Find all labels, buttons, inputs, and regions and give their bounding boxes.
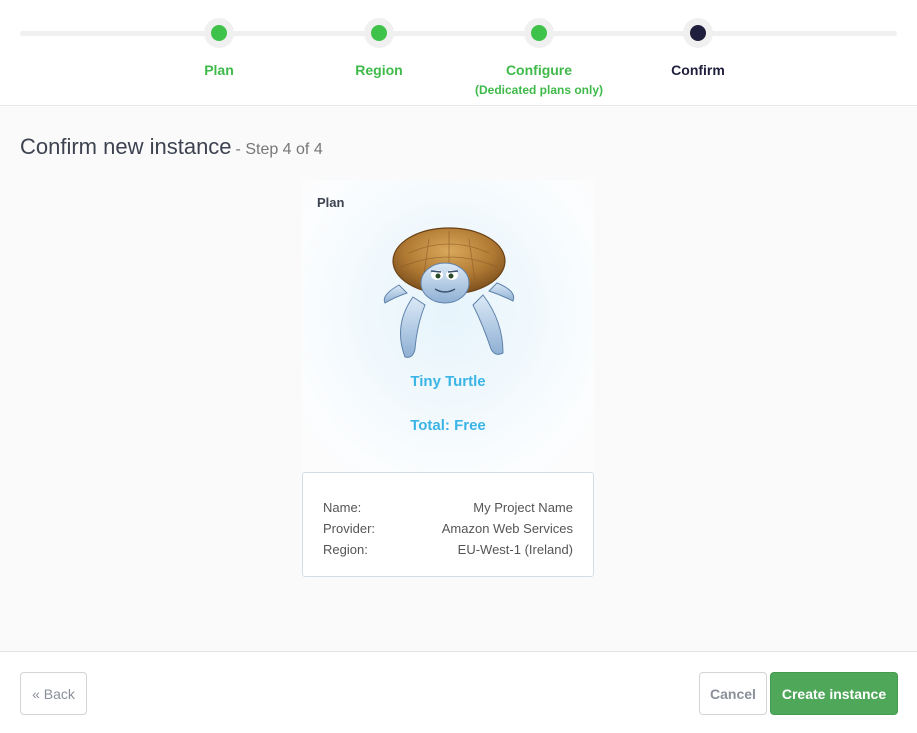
step-sublabel: (Dedicated plans only) xyxy=(474,83,604,97)
back-button[interactable]: « Back xyxy=(20,672,87,715)
step-current-dot xyxy=(690,25,706,41)
summary-row-region: Region: EU-West-1 (Ireland) xyxy=(323,539,573,560)
summary-value: Amazon Web Services xyxy=(441,521,573,536)
step-counter: - Step 4 of 4 xyxy=(235,141,323,158)
step-confirm: Confirm xyxy=(608,18,788,78)
summary-value: EU-West-1 (Ireland) xyxy=(457,542,573,557)
progress-stepper: Plan Region Configure (Dedicated plans o… xyxy=(0,0,917,106)
step-indicator xyxy=(683,18,713,48)
main-content: Confirm new instance- Step 4 of 4 Plan xyxy=(0,107,917,652)
plan-total: Total: Free xyxy=(410,417,486,434)
page-heading: Confirm new instance - Step 4 of 4 xyxy=(20,134,323,160)
step-label: Plan xyxy=(204,62,234,78)
cancel-button[interactable]: Cancel xyxy=(699,672,767,715)
step-complete-dot xyxy=(531,25,547,41)
summary-key: Name: xyxy=(323,500,362,515)
plan-card: Plan Tiny Turtle Total: Free xyxy=(302,180,594,472)
step-plan: Plan xyxy=(129,18,309,78)
step-complete-dot xyxy=(211,25,227,41)
step-indicator xyxy=(204,18,234,48)
step-configure: Configure (Dedicated plans only) xyxy=(449,18,629,97)
step-label: Region xyxy=(355,62,403,78)
plan-card-label: Plan xyxy=(317,195,345,210)
summary-key: Region: xyxy=(323,542,368,557)
step-label: Confirm xyxy=(671,62,725,78)
summary-key: Provider: xyxy=(323,521,376,536)
step-indicator xyxy=(524,18,554,48)
instance-summary: Name: My Project Name Provider: Amazon W… xyxy=(302,472,594,577)
step-label: Configure xyxy=(505,62,573,78)
step-indicator xyxy=(364,18,394,48)
page-title: Confirm new instance xyxy=(20,134,232,159)
summary-value: My Project Name xyxy=(473,500,573,515)
create-instance-button[interactable]: Create instance xyxy=(770,672,898,715)
step-region: Region xyxy=(289,18,469,78)
plan-name: Tiny Turtle xyxy=(410,373,486,390)
turtle-mascot-icon xyxy=(383,227,515,358)
step-complete-dot xyxy=(371,25,387,41)
summary-row-name: Name: My Project Name xyxy=(323,497,573,518)
summary-row-provider: Provider: Amazon Web Services xyxy=(323,518,573,539)
